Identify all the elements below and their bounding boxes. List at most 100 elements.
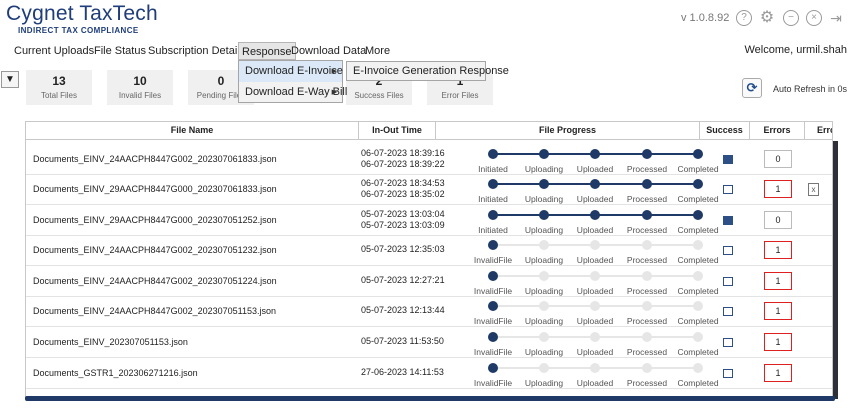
col-in-out-time[interactable]: In-Out Time	[359, 122, 436, 139]
excel-file-icon[interactable]: x	[808, 183, 819, 196]
progress-dot	[488, 179, 498, 189]
success-checkbox[interactable]	[723, 369, 733, 378]
progress-stage-label: Completed	[677, 255, 719, 265]
table-row[interactable]: Documents_EINV_24AACPH8447G002_202307051…	[26, 235, 832, 266]
card-invalid-files: 10 Invalid Files	[107, 70, 173, 105]
close-icon[interactable]: ×	[806, 10, 822, 26]
menu-file-status[interactable]: File Status	[91, 42, 149, 60]
app-version: v 1.0.8.92	[681, 12, 730, 24]
col-error-file[interactable]: Erro	[805, 122, 832, 139]
progress-dot	[642, 301, 652, 311]
progress-stage-label: Uploading	[524, 225, 564, 235]
table-row[interactable]: Documents_EINV_24AACPH8447G002_202307051…	[26, 266, 832, 297]
vertical-scrollbar[interactable]	[833, 141, 838, 399]
progress-stage-label: Uploaded	[576, 194, 614, 204]
success-checkbox[interactable]	[723, 155, 733, 164]
table-row[interactable]: Documents_EINV_24AACPH8447G002_202307051…	[26, 296, 832, 327]
filter-icon[interactable]: ▼	[1, 71, 19, 88]
progress-stage-label: InvalidFile	[473, 255, 513, 265]
main-menu: Current Uploads File Status Subscription…	[0, 40, 853, 62]
error-count-box[interactable]: 1	[764, 333, 792, 351]
welcome-user: Welcome, urmil.shah	[744, 44, 848, 56]
col-errors[interactable]: Errors	[750, 122, 805, 139]
error-count-box[interactable]: 1	[764, 241, 792, 259]
submenu-einvoice-generation-response[interactable]: E-Invoice Generation Response	[346, 61, 509, 81]
table-row[interactable]: Documents_GSTR1_202306271216.json 27-06-2…	[26, 358, 832, 389]
progress-dot	[590, 210, 600, 220]
progress-stage-label: Processed	[626, 316, 668, 326]
progress-dot	[642, 149, 652, 159]
progress-dot	[539, 149, 549, 159]
success-checkbox[interactable]	[723, 307, 733, 316]
dropdown-download-einvoice[interactable]: Download E-Invoice ▶	[239, 61, 343, 82]
error-count-box[interactable]: 1	[764, 272, 792, 290]
progress-dot	[693, 363, 703, 373]
table-row[interactable]: Documents_EINV_24AACPH8447G002_202307061…	[26, 144, 832, 175]
progress-dot	[590, 301, 600, 311]
error-count-box[interactable]: 1	[764, 364, 792, 382]
error-count-box[interactable]: 0	[764, 211, 792, 229]
success-checkbox[interactable]	[723, 216, 733, 225]
progress-stage-label: Uploaded	[576, 255, 614, 265]
success-checkbox[interactable]	[723, 246, 733, 255]
progress-dot	[539, 301, 549, 311]
table-row[interactable]: Documents_EINV_202307051153.json 05-07-20…	[26, 327, 832, 358]
error-count-box[interactable]: 1	[764, 302, 792, 320]
progress-stage-label: Uploading	[524, 164, 564, 174]
time-in-cell: 06-07-2023 18:39:16	[361, 148, 445, 158]
progress-stage-label: Completed	[677, 225, 719, 235]
dropdown-download-ewaybill[interactable]: Download E-Way Bill ▶	[239, 82, 347, 103]
progress-dot	[590, 332, 600, 342]
progress-dot	[539, 210, 549, 220]
minimize-icon[interactable]: −	[783, 10, 799, 26]
menu-response[interactable]: Response	[238, 42, 296, 60]
progress-stage-label: Processed	[626, 225, 668, 235]
file-name-cell: Documents_GSTR1_202306271216.json	[33, 368, 198, 378]
col-file-name[interactable]: File Name	[26, 122, 359, 139]
error-count-box[interactable]: 1	[764, 180, 792, 198]
menu-current-uploads[interactable]: Current Uploads	[11, 42, 97, 60]
progress-dot	[693, 301, 703, 311]
menu-more[interactable]: More	[362, 42, 393, 60]
table-row[interactable]: Documents_EINV_29AACPH8447G000_202307061…	[26, 174, 832, 205]
progress-stage-label: Processed	[626, 164, 668, 174]
menu-download-data[interactable]: Download Data	[288, 42, 369, 60]
progress-stage-label: Initiated	[478, 194, 508, 204]
success-checkbox[interactable]	[723, 338, 733, 347]
horizontal-scrollbar[interactable]	[25, 396, 835, 401]
progress-stage-label: Uploaded	[576, 164, 614, 174]
time-in-cell: 27-06-2023 14:11:53	[361, 367, 444, 377]
progress-dot	[488, 363, 498, 373]
success-checkbox[interactable]	[723, 277, 733, 286]
brand-tagline: INDIRECT TAX COMPLIANCE	[18, 26, 139, 35]
success-checkbox[interactable]	[723, 185, 733, 194]
response-dropdown: Download E-Invoice ▶ Download E-Way Bill…	[238, 60, 347, 103]
card-value: 13	[52, 74, 66, 88]
help-icon[interactable]: ?	[736, 10, 752, 26]
menu-subscription-details[interactable]: Subscription Details	[145, 42, 248, 60]
caret-right-icon: ▶	[331, 68, 337, 75]
progress-dot	[488, 210, 498, 220]
progress-stage-label: Completed	[677, 164, 719, 174]
error-count-box[interactable]: 0	[764, 150, 792, 168]
progress-dot	[539, 240, 549, 250]
progress-dot	[693, 210, 703, 220]
time-in-cell: 05-07-2023 12:13:44	[361, 305, 445, 315]
progress-stage-label: InvalidFile	[473, 378, 513, 388]
time-out-cell: 06-07-2023 18:39:22	[361, 159, 445, 169]
col-file-progress[interactable]: File Progress	[436, 122, 700, 139]
settings-icon[interactable]: ⚙	[759, 10, 775, 26]
progress-dot	[539, 332, 549, 342]
progress-stage-label: InvalidFile	[473, 347, 513, 357]
file-name-cell: Documents_EINV_29AACPH8447G000_202307051…	[33, 215, 277, 225]
progress-dot	[693, 149, 703, 159]
progress-dot	[642, 179, 652, 189]
progress-stage-label: Initiated	[478, 225, 508, 235]
logout-icon[interactable]: ⇥	[828, 10, 844, 26]
table-row[interactable]: Documents_EINV_29AACPH8447G000_202307051…	[26, 205, 832, 236]
time-in-cell: 05-07-2023 13:03:04	[361, 209, 445, 219]
col-success[interactable]: Success	[700, 122, 750, 139]
refresh-icon[interactable]: ⟳	[742, 78, 762, 98]
progress-dot	[488, 301, 498, 311]
card-value: 10	[133, 74, 147, 88]
